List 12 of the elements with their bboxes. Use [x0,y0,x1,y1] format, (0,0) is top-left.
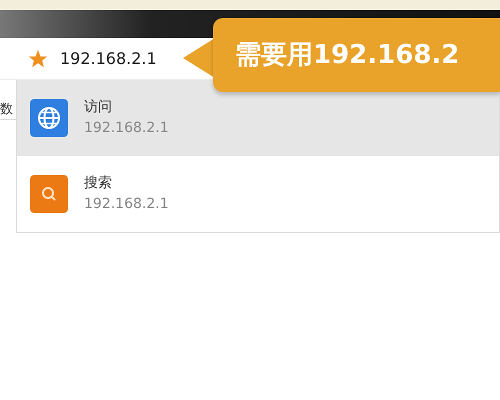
suggestion-item[interactable]: 访问 192.168.2.1 [17,80,499,156]
callout-text: 需要用192.168.2 [235,40,460,70]
suggestion-url: 192.168.2.1 [84,119,169,138]
suggestion-item[interactable]: 搜索 192.168.2.1 [17,156,499,232]
globe-icon [30,99,68,137]
url-text: 192.168.2.1 [60,48,157,70]
star-icon[interactable] [28,48,48,68]
tab-label[interactable]: 数 [0,102,13,117]
suggestion-url: 192.168.2.1 [84,195,169,214]
search-icon [30,175,68,213]
suggestion-title: 搜索 [84,174,113,193]
suggestion-title: 访问 [84,98,113,117]
